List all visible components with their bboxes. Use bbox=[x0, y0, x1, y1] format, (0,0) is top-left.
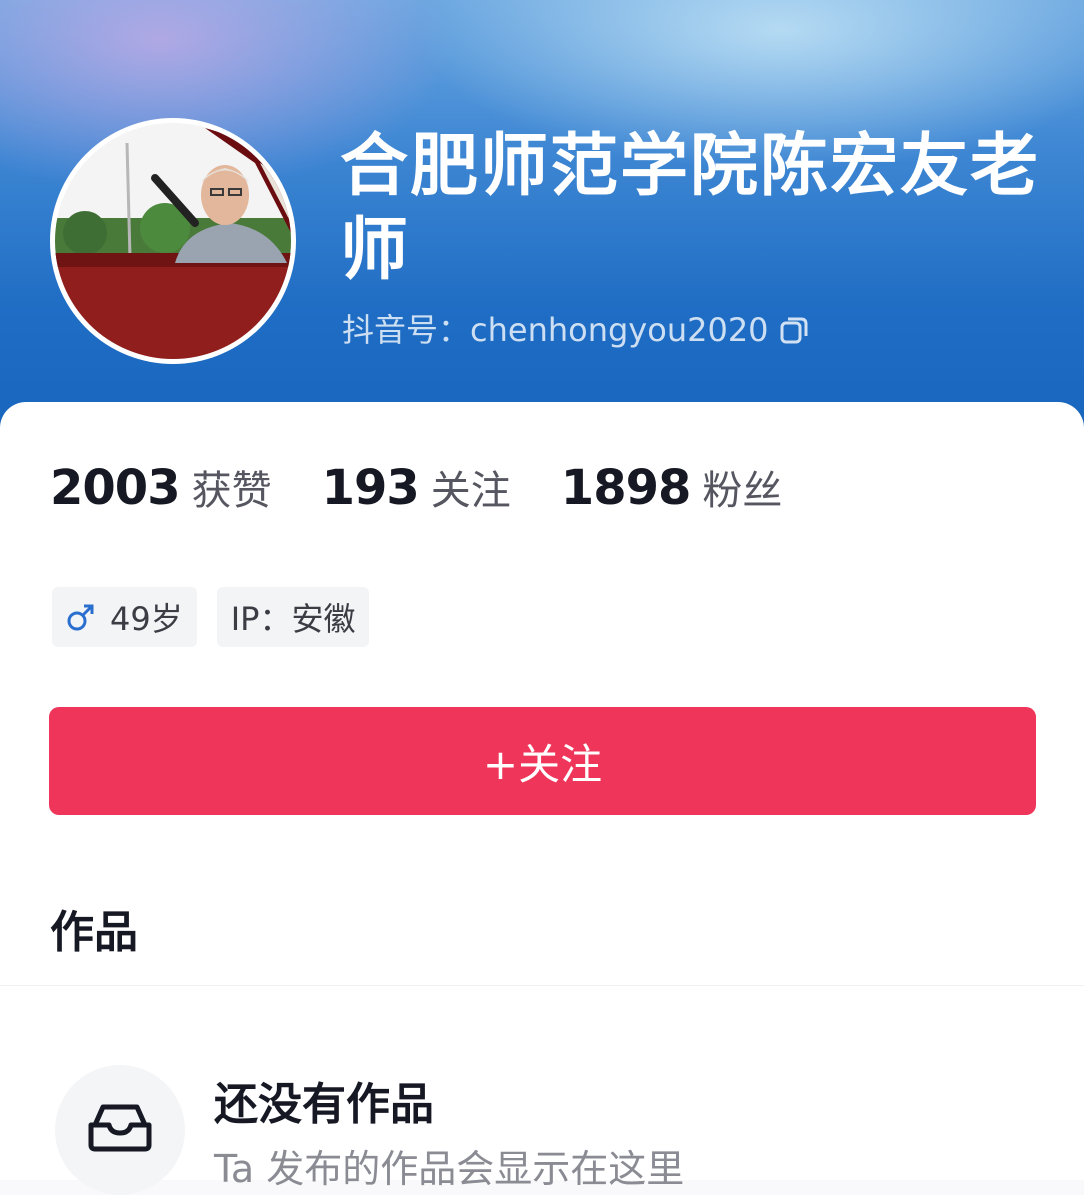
age-text: 49岁 bbox=[110, 600, 183, 638]
stat-following[interactable]: 193 关注 bbox=[322, 458, 511, 516]
profile-header: 合肥师范学院陈宏友老师 抖音号：chenhongyou2020 bbox=[0, 0, 1084, 440]
stat-followers-label: 粉丝 bbox=[702, 468, 783, 514]
stat-likes-label: 获赞 bbox=[191, 468, 272, 514]
ip-tag: IP：安徽 bbox=[216, 587, 370, 647]
male-icon bbox=[66, 602, 96, 632]
copy-icon[interactable] bbox=[779, 315, 809, 345]
divider bbox=[0, 985, 1084, 986]
avatar-photo bbox=[55, 123, 291, 359]
stat-followers-value: 1898 bbox=[560, 460, 692, 516]
profile-stats: 2003 获赞 193 关注 1898 粉丝 bbox=[50, 458, 832, 518]
douyin-id[interactable]: 抖音号：chenhongyou2020 bbox=[342, 308, 809, 352]
empty-works-subtitle: Ta 发布的作品会显示在这里 bbox=[214, 1147, 685, 1191]
stat-following-value: 193 bbox=[321, 460, 420, 516]
inbox-icon bbox=[87, 1103, 153, 1157]
stat-likes[interactable]: 2003 获赞 bbox=[50, 458, 272, 516]
ip-text: IP：安徽 bbox=[230, 600, 356, 638]
empty-works-title: 还没有作品 bbox=[214, 1079, 434, 1130]
works-heading: 作品 bbox=[50, 907, 138, 958]
stat-following-label: 关注 bbox=[430, 468, 511, 514]
profile-tags: 49岁 IP：安徽 bbox=[52, 587, 389, 647]
stat-followers[interactable]: 1898 粉丝 bbox=[561, 458, 783, 516]
age-tag: 49岁 bbox=[52, 587, 197, 647]
follow-button[interactable]: +关注 bbox=[49, 707, 1036, 815]
stat-likes-value: 2003 bbox=[50, 460, 181, 516]
profile-name: 合肥师范学院陈宏友老师 bbox=[340, 127, 1041, 290]
douyin-id-text: 抖音号：chenhongyou2020 bbox=[342, 311, 769, 349]
empty-works-icon-wrap bbox=[55, 1065, 185, 1195]
avatar[interactable] bbox=[50, 118, 296, 364]
